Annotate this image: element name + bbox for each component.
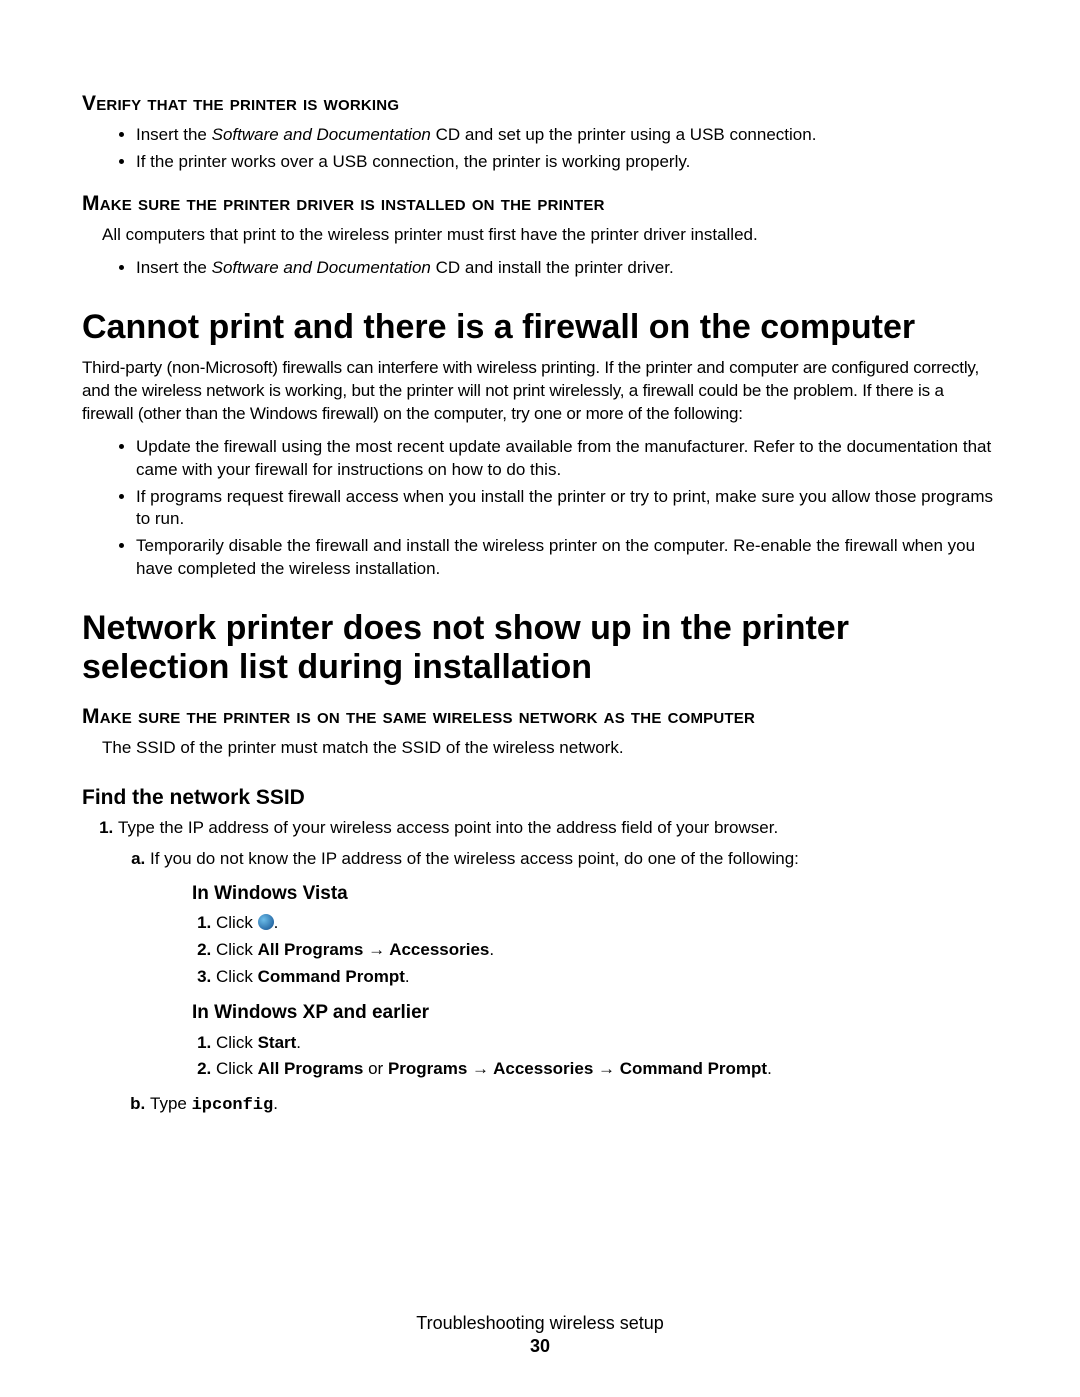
text: CD and install the printer driver.	[431, 258, 674, 277]
ordered-list: Click Start. Click All Programs or Progr…	[192, 1031, 998, 1082]
document-page: Verify that the printer is working Inser…	[0, 0, 1080, 1397]
text-bold: Start	[258, 1033, 297, 1052]
paragraph: All computers that print to the wireless…	[102, 224, 998, 247]
text: If you do not know the IP address of the…	[150, 849, 799, 868]
heading-windows-xp: In Windows XP and earlier	[192, 999, 998, 1027]
heading-network-printer-not-showing: Network printer does not show up in the …	[82, 609, 998, 687]
text: .	[274, 913, 279, 932]
text: Click	[216, 967, 258, 986]
list-item: Click Start.	[216, 1031, 998, 1056]
text: .	[767, 1059, 772, 1078]
list-item: If the printer works over a USB connecti…	[136, 151, 998, 174]
page-number: 30	[0, 1336, 1080, 1357]
text-italic: Software and Documentation	[212, 125, 431, 144]
ordered-sublist: If you do not know the IP address of the…	[118, 847, 998, 1119]
text: Insert the	[136, 258, 212, 277]
text: Click	[216, 1033, 258, 1052]
text: .	[405, 967, 410, 986]
heading-find-ssid: Find the network SSID	[82, 786, 998, 810]
windows-start-orb-icon	[258, 914, 274, 930]
page-footer: Troubleshooting wireless setup 30	[0, 1313, 1080, 1357]
text: Insert the	[136, 125, 212, 144]
text: Type	[150, 1094, 192, 1113]
text: Click	[216, 1059, 258, 1078]
text-italic: Software and Documentation	[212, 258, 431, 277]
heading-same-network: Make sure the printer is on the same wir…	[82, 705, 998, 729]
text-bold: Command Prompt	[258, 967, 405, 986]
bullet-list: Update the firewall using the most recen…	[82, 436, 998, 582]
list-item: Temporarily disable the firewall and ins…	[136, 535, 998, 581]
bullet-list: Insert the Software and Documentation CD…	[82, 124, 998, 174]
list-item: Click All Programs → Accessories.	[216, 938, 998, 963]
heading-verify-printer-working: Verify that the printer is working	[82, 92, 998, 116]
text: .	[296, 1033, 301, 1052]
text: Click	[216, 940, 258, 959]
text-code: ipconfig	[192, 1096, 274, 1115]
text: Click	[216, 913, 258, 932]
text: .	[273, 1094, 278, 1113]
ordered-list: Type the IP address of your wireless acc…	[82, 816, 998, 1118]
list-item: Click Command Prompt.	[216, 965, 998, 990]
heading-cannot-print-firewall: Cannot print and there is a firewall on …	[82, 308, 998, 347]
text-bold: All Programs → Accessories	[258, 940, 490, 959]
bullet-list: Insert the Software and Documentation CD…	[82, 257, 998, 280]
list-item: Click .	[216, 911, 998, 936]
heading-driver-installed: Make sure the printer driver is installe…	[82, 192, 998, 216]
list-item: Click All Programs or Programs → Accesso…	[216, 1057, 998, 1082]
heading-windows-vista: In Windows Vista	[192, 880, 998, 908]
paragraph: Third-party (non-Microsoft) firewalls ca…	[82, 357, 998, 426]
list-item: If programs request firewall access when…	[136, 486, 998, 532]
list-item: Update the firewall using the most recen…	[136, 436, 998, 482]
text: or	[363, 1059, 388, 1078]
text: CD and set up the printer using a USB co…	[431, 125, 817, 144]
ordered-list: Click . Click All Programs → Accessories…	[192, 911, 998, 989]
list-item: Type ipconfig.	[150, 1092, 998, 1119]
text: Type the IP address of your wireless acc…	[118, 818, 778, 837]
footer-title: Troubleshooting wireless setup	[0, 1313, 1080, 1334]
list-item: Insert the Software and Documentation CD…	[136, 124, 998, 147]
text: .	[489, 940, 494, 959]
paragraph: The SSID of the printer must match the S…	[102, 737, 998, 760]
list-item: If you do not know the IP address of the…	[150, 847, 998, 1082]
list-item: Insert the Software and Documentation CD…	[136, 257, 998, 280]
text-bold: All Programs	[258, 1059, 364, 1078]
text-bold: Programs → Accessories → Command Prompt	[388, 1059, 767, 1078]
list-item: Type the IP address of your wireless acc…	[118, 816, 998, 1118]
